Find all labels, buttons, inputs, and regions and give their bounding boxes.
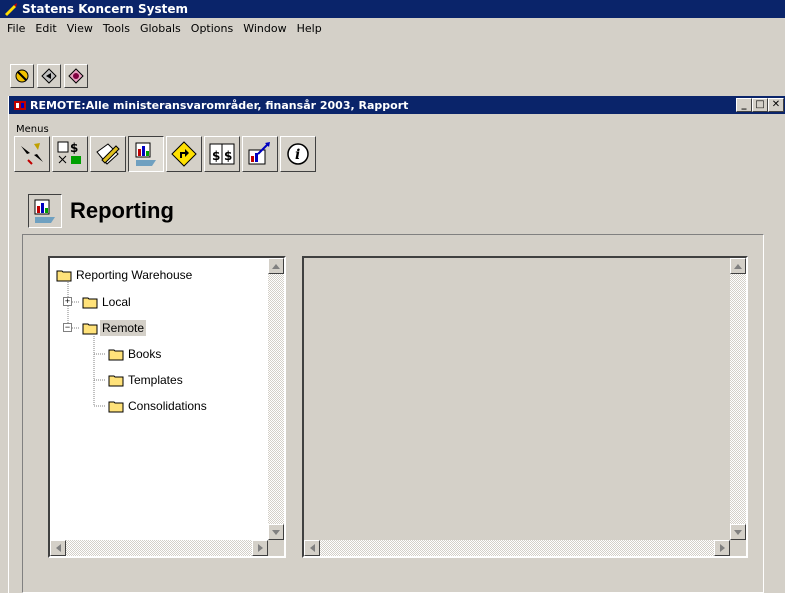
back-button[interactable]	[37, 64, 61, 88]
menu-globals[interactable]: Globals	[135, 20, 186, 37]
menus-label: Menus	[16, 124, 49, 135]
folder-icon	[56, 270, 72, 281]
tree-label: Books	[128, 347, 162, 361]
app-title: Statens Koncern System	[22, 2, 188, 16]
tree-label: Local	[102, 295, 131, 309]
ledger-dollar-icon: $ $	[209, 143, 235, 165]
right-arrow-icon	[719, 544, 725, 552]
folder-icon	[108, 401, 124, 412]
eraser-icon	[68, 68, 84, 84]
folder-icon	[108, 349, 124, 360]
graph-arrow-icon	[248, 142, 270, 165]
tree-label: Reporting Warehouse	[76, 268, 193, 282]
tree-node-local[interactable]: Local	[82, 293, 133, 311]
app-title-bar: Statens Koncern System	[0, 0, 785, 18]
folder-icon	[82, 323, 98, 334]
module-button-transfer[interactable]	[14, 136, 50, 172]
menu-view[interactable]: View	[62, 20, 98, 37]
module-button-navigate[interactable]	[166, 136, 202, 172]
reporting-section-icon-box	[28, 194, 62, 228]
svg-text:$: $	[224, 149, 232, 163]
menu-options[interactable]: Options	[186, 20, 238, 37]
detail-vertical-scrollbar[interactable]	[730, 258, 746, 540]
down-arrow-icon	[272, 529, 280, 535]
close-button[interactable]: ✕	[768, 98, 784, 112]
main-toolbar	[10, 64, 88, 92]
scroll-up-button[interactable]	[730, 258, 746, 274]
scroll-right-button[interactable]	[252, 540, 268, 556]
restore-icon: □	[755, 99, 765, 110]
scroll-corner	[268, 540, 284, 556]
module-button-graph[interactable]	[242, 136, 278, 172]
transfer-arrows-icon	[21, 143, 43, 165]
disconnect-icon	[15, 69, 29, 83]
menu-edit[interactable]: Edit	[30, 20, 61, 37]
svg-text:i: i	[295, 147, 300, 163]
scroll-up-button[interactable]	[268, 258, 284, 274]
menu-tools[interactable]: Tools	[98, 20, 135, 37]
finance-sheet-icon: $	[57, 141, 81, 164]
right-arrow-icon	[257, 544, 263, 552]
window-controls: _ □ ✕	[736, 98, 784, 112]
detail-view[interactable]	[302, 256, 748, 558]
down-arrow-icon	[734, 529, 742, 535]
section-header: Reporting	[28, 194, 174, 228]
report-window-title: REMOTE:Alle ministeransvarområder, finan…	[30, 98, 409, 112]
tree-node-reporting-warehouse[interactable]: Reporting Warehouse	[56, 266, 194, 284]
scroll-corner	[730, 540, 746, 556]
tree-label: Consolidations	[128, 399, 207, 413]
minimize-icon: _	[741, 99, 747, 110]
left-arrow-icon	[309, 544, 315, 552]
module-button-reporting[interactable]	[128, 136, 164, 172]
turn-sign-icon	[171, 141, 197, 167]
eraser-button[interactable]	[64, 64, 88, 88]
tree-view[interactable]: Reporting Warehouse + Local − Remote Boo…	[48, 256, 286, 558]
tree-label: Remote	[100, 320, 147, 336]
svg-text:$: $	[70, 141, 78, 155]
section-title: Reporting	[70, 198, 174, 223]
scroll-down-button[interactable]	[730, 524, 746, 540]
pencil-paper-icon	[96, 143, 120, 165]
scroll-left-button[interactable]	[50, 540, 66, 556]
collapse-toggle-remote[interactable]: −	[63, 323, 72, 332]
tree-node-templates[interactable]: Templates	[108, 371, 185, 389]
menu-file[interactable]: File	[2, 20, 30, 37]
diamond-arrow-icon	[41, 68, 57, 84]
close-icon: ✕	[771, 99, 781, 110]
left-arrow-icon	[55, 544, 61, 552]
reporting-chart-icon	[135, 142, 156, 166]
module-button-ledger[interactable]: $ $	[204, 136, 240, 172]
scroll-down-button[interactable]	[268, 524, 284, 540]
tree-vertical-scrollbar[interactable]	[268, 258, 284, 540]
disconnect-button[interactable]	[10, 64, 34, 88]
reporting-chart-icon	[34, 199, 55, 223]
folder-icon	[82, 297, 98, 308]
tree-node-remote[interactable]: Remote	[82, 319, 147, 337]
up-arrow-icon	[734, 263, 742, 269]
menu-bar: File Edit View Tools Globals Options Win…	[0, 18, 785, 38]
minimize-button[interactable]: _	[736, 98, 752, 112]
up-arrow-icon	[272, 263, 280, 269]
module-button-edit[interactable]	[90, 136, 126, 172]
scroll-right-button[interactable]	[714, 540, 730, 556]
module-toolbar: $ $ $ i	[14, 136, 318, 172]
svg-text:$: $	[212, 149, 220, 163]
module-button-info[interactable]: i	[280, 136, 316, 172]
menu-help[interactable]: Help	[292, 20, 327, 37]
tree-node-books[interactable]: Books	[108, 345, 163, 363]
scroll-left-button[interactable]	[304, 540, 320, 556]
window-icon	[14, 101, 26, 110]
restore-button[interactable]: □	[752, 98, 768, 112]
app-icon	[5, 3, 17, 16]
info-icon: i	[287, 143, 309, 165]
folder-icon	[108, 375, 124, 386]
tree-label: Templates	[128, 373, 183, 387]
expand-toggle-local[interactable]: +	[63, 297, 72, 306]
tree-node-consolidations[interactable]: Consolidations	[108, 397, 209, 415]
report-window-title-bar: REMOTE:Alle ministeransvarområder, finan…	[9, 96, 785, 114]
tree-horizontal-scrollbar[interactable]	[50, 540, 268, 556]
detail-horizontal-scrollbar[interactable]	[304, 540, 730, 556]
menu-window[interactable]: Window	[238, 20, 291, 37]
module-button-finance[interactable]: $	[52, 136, 88, 172]
